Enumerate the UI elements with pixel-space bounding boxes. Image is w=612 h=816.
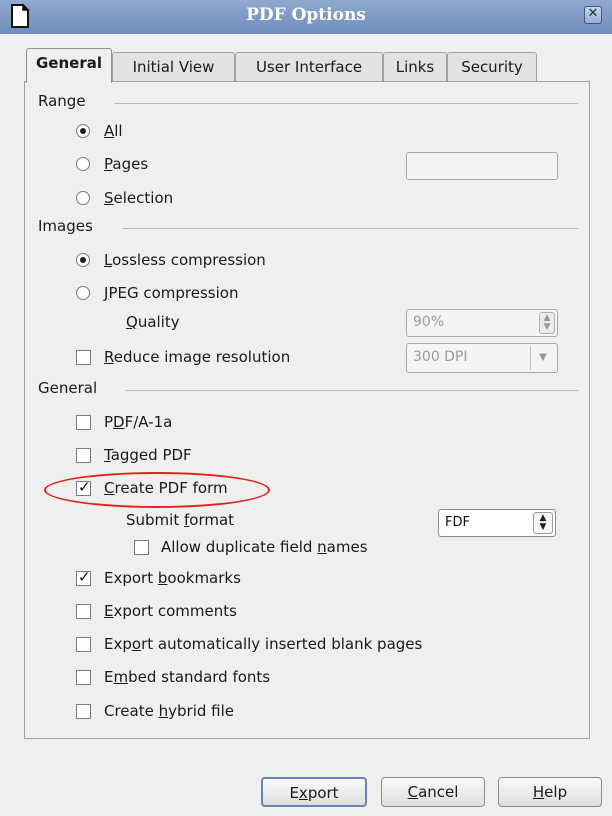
tab-security[interactable]: Security <box>447 52 537 82</box>
checkbox-blank-pages[interactable] <box>76 637 91 652</box>
help-button[interactable]: Help <box>498 777 602 807</box>
export-button[interactable]: Export <box>261 777 367 807</box>
checkbox-embed-fonts-label[interactable]: Embed standard fonts <box>104 666 270 688</box>
chevron-down-icon[interactable]: ▼ <box>530 346 555 370</box>
submit-format-label: Submit format <box>126 511 235 529</box>
checkbox-pdfa[interactable] <box>76 415 91 430</box>
checkbox-tagged-pdf-label[interactable]: Tagged PDF <box>104 444 192 466</box>
cancel-button[interactable]: Cancel <box>381 777 485 807</box>
checkbox-blank-pages-label[interactable]: Export automatically inserted blank page… <box>104 633 422 655</box>
tab-user-interface[interactable]: User Interface <box>235 52 383 82</box>
radio-all[interactable] <box>76 124 90 138</box>
checkbox-export-bookmarks[interactable]: ✓ <box>76 568 91 586</box>
checkmark-icon: ✓ <box>78 478 91 496</box>
spin-arrows-icon[interactable]: ▲ ▼ <box>539 312 555 334</box>
checkbox-allow-duplicate[interactable] <box>134 540 149 555</box>
checkbox-hybrid-file[interactable] <box>76 704 91 719</box>
range-section-heading: Range <box>38 92 86 110</box>
radio-pages[interactable] <box>76 157 90 171</box>
resolution-combobox[interactable]: 300 DPI ▼ <box>406 343 558 373</box>
images-divider <box>122 228 578 229</box>
close-button[interactable]: ✕ <box>584 6 602 24</box>
up-down-icon[interactable]: ▲ ▼ <box>533 512 553 534</box>
radio-selection-label[interactable]: Selection <box>104 187 173 209</box>
submit-format-select[interactable]: FDF ▲ ▼ <box>438 509 556 537</box>
radio-pages-label[interactable]: Pages <box>104 153 148 175</box>
close-icon: ✕ <box>587 6 599 21</box>
general-section-heading: General <box>38 379 98 397</box>
images-section-heading: Images <box>38 217 93 235</box>
checkbox-create-pdf-form[interactable]: ✓ <box>76 478 91 496</box>
tab-links[interactable]: Links <box>383 52 447 82</box>
checkmark-icon: ✓ <box>78 568 91 586</box>
radio-lossless[interactable] <box>76 253 90 267</box>
radio-lossless-label[interactable]: Lossless compression <box>104 249 266 271</box>
checkbox-export-comments[interactable] <box>76 604 91 619</box>
checkbox-export-bookmarks-label[interactable]: Export bookmarks <box>104 567 241 589</box>
title-bar[interactable]: PDF Options ✕ <box>0 0 612 34</box>
checkbox-export-comments-label[interactable]: Export comments <box>104 600 237 622</box>
general-divider <box>126 390 578 391</box>
checkbox-embed-fonts[interactable] <box>76 670 91 685</box>
radio-jpeg-label[interactable]: JPEG compression <box>104 282 238 304</box>
radio-jpeg[interactable] <box>76 286 90 300</box>
checkbox-create-pdf-form-label[interactable]: Create PDF form <box>104 477 228 499</box>
tab-initial-view[interactable]: Initial View <box>112 52 235 82</box>
checkbox-reduce-resolution[interactable] <box>76 350 91 365</box>
checkbox-reduce-resolution-label[interactable]: Reduce image resolution <box>104 346 290 368</box>
checkbox-pdfa-label[interactable]: PDF/A-1a <box>104 411 172 433</box>
checkbox-allow-duplicate-label[interactable]: Allow duplicate field names <box>161 536 368 558</box>
radio-selection[interactable] <box>76 191 90 205</box>
tab-general[interactable]: General <box>26 48 112 83</box>
quality-spinbox[interactable]: 90% ▲ ▼ <box>406 309 558 337</box>
range-divider <box>114 103 578 104</box>
pdf-options-dialog: PDF Options ✕ General Initial View User … <box>0 0 612 816</box>
checkbox-hybrid-file-label[interactable]: Create hybrid file <box>104 700 234 722</box>
radio-all-label[interactable]: All <box>104 120 123 142</box>
pages-input[interactable] <box>406 152 558 180</box>
checkbox-tagged-pdf[interactable] <box>76 448 91 463</box>
quality-label: Quality <box>126 313 180 331</box>
window-title: PDF Options <box>246 5 366 25</box>
